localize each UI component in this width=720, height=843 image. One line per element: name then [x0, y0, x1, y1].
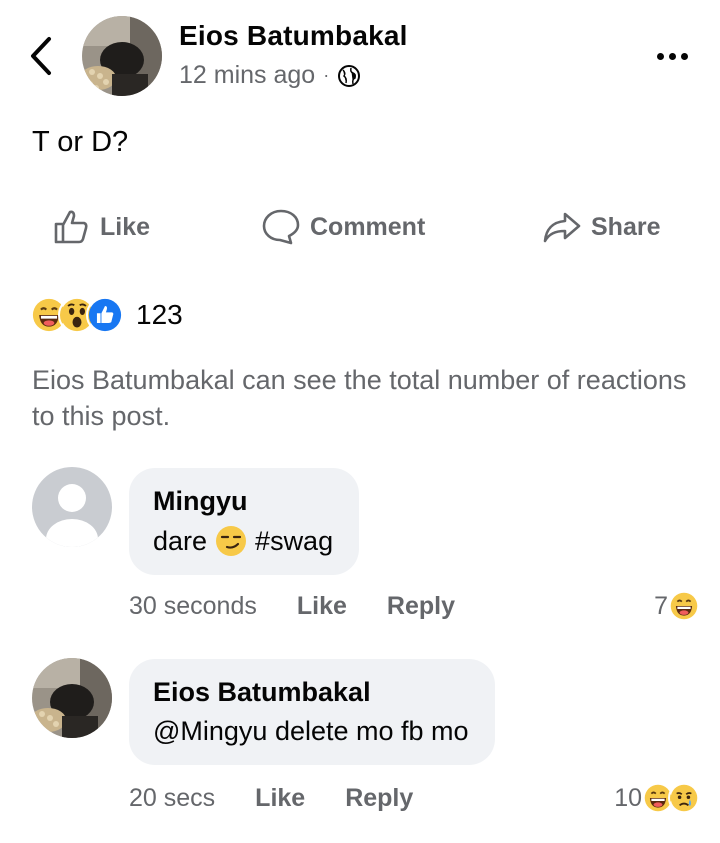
- comment-meta: 30 seconds Like Reply: [129, 592, 495, 621]
- reactions-privacy-notice: Eios Batumbakal can see the total number…: [32, 365, 687, 431]
- post-meta: 12 mins ago ·: [179, 61, 361, 90]
- share-label: Share: [591, 212, 661, 241]
- post-text: T or D?: [32, 126, 129, 158]
- comment-reaction-count: 7: [654, 591, 668, 620]
- dot-icon: [668, 52, 676, 60]
- comment-meta: 20 secs Like Reply: [129, 784, 453, 813]
- comment-reply-button[interactable]: Reply: [387, 592, 455, 621]
- hashtag-link[interactable]: #swag: [255, 526, 333, 557]
- author-avatar[interactable]: [82, 16, 162, 96]
- comment-like-button[interactable]: Like: [297, 592, 347, 621]
- comment-bubble[interactable]: Eios Batumbakal @Mingyu delete mo fb mo: [129, 659, 495, 765]
- post-action-bar: Like Comment Share: [0, 200, 720, 260]
- comment-label: Comment: [310, 212, 426, 241]
- reactions-summary[interactable]: 123: [30, 296, 183, 334]
- commenter-name[interactable]: Eios Batumbakal: [153, 677, 469, 708]
- comment-time: 20 secs: [129, 784, 216, 812]
- back-button[interactable]: [24, 34, 58, 78]
- share-button[interactable]: Share: [543, 208, 660, 246]
- post-header: Eios Batumbakal 12 mins ago ·: [0, 0, 720, 110]
- comment-text: @Mingyu delete mo fb mo: [153, 716, 469, 746]
- globe-icon: [338, 64, 361, 87]
- meta-separator: ·: [323, 65, 330, 85]
- sad-emoji-icon: [668, 782, 700, 814]
- smirk-emoji-icon: [216, 526, 247, 556]
- comment-time: 30 seconds: [129, 592, 257, 620]
- share-arrow-icon: [543, 212, 581, 243]
- comment-bubble-icon: [262, 209, 300, 245]
- default-avatar[interactable]: [32, 467, 112, 547]
- like-button[interactable]: Like: [52, 208, 150, 246]
- laugh-emoji-icon: [668, 590, 700, 622]
- reaction-count: 123: [136, 299, 183, 330]
- author-name[interactable]: Eios Batumbakal: [179, 20, 408, 52]
- like-reaction-icon: [86, 296, 124, 334]
- dot-icon: [680, 52, 688, 60]
- like-label: Like: [100, 212, 151, 241]
- dot-icon: [656, 52, 664, 60]
- comment-reactions[interactable]: 10: [614, 782, 700, 814]
- chevron-left-icon: [31, 37, 51, 75]
- more-options-button[interactable]: [652, 44, 692, 68]
- commenter-name[interactable]: Mingyu: [153, 486, 333, 517]
- comment-reply-button[interactable]: Reply: [345, 784, 413, 813]
- comment-text: dare #swag: [153, 525, 333, 557]
- comment-like-button[interactable]: Like: [255, 784, 305, 813]
- comment-reactions[interactable]: 7: [654, 590, 700, 622]
- comment-text-part: dare: [153, 525, 208, 556]
- post-time[interactable]: 12 mins ago: [179, 61, 315, 90]
- commenter-avatar[interactable]: [32, 658, 112, 738]
- thumbs-up-icon: [54, 210, 88, 244]
- comment-bubble[interactable]: Mingyu dare #swag: [129, 468, 360, 575]
- comment-reaction-count: 10: [614, 783, 642, 812]
